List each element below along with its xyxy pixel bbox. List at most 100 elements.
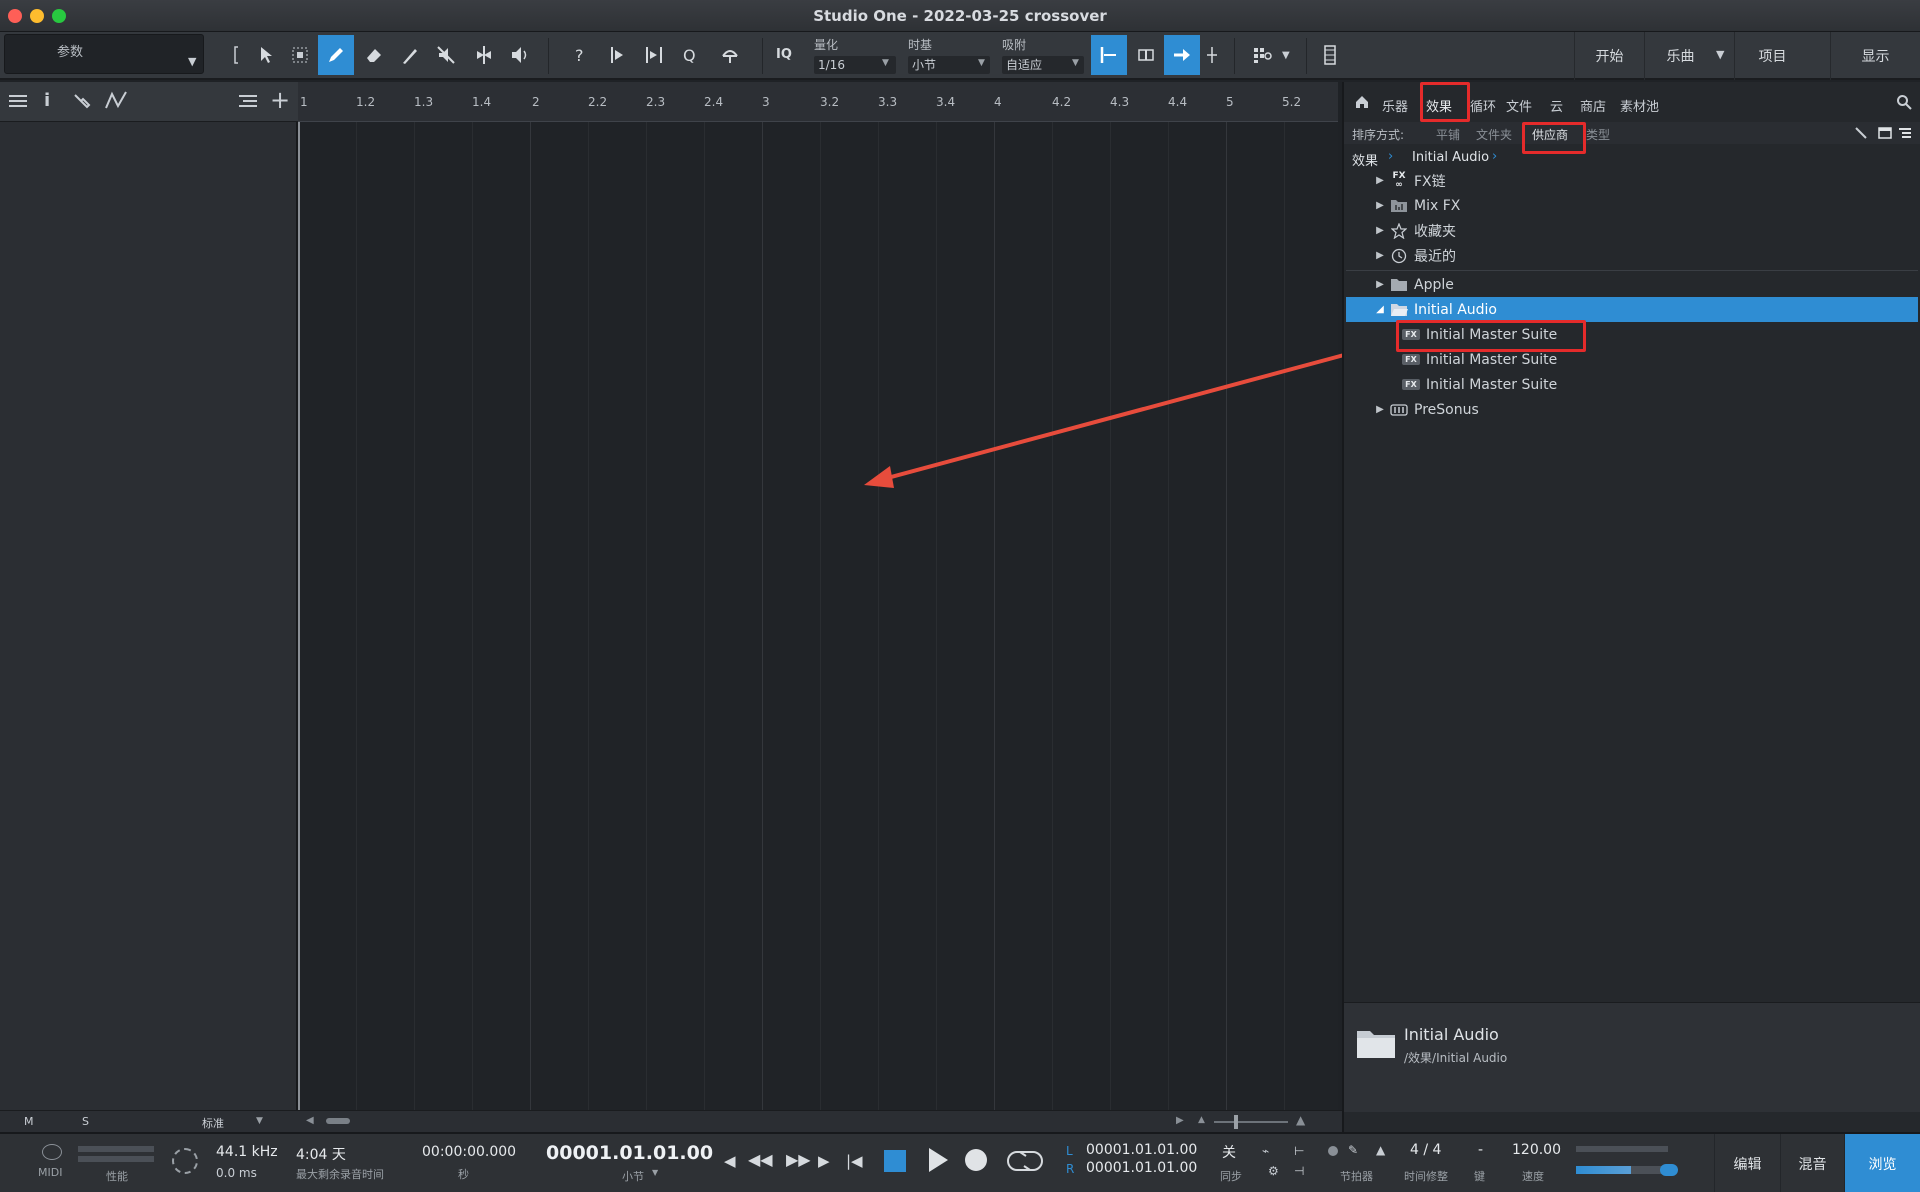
arrangement-area[interactable]: 1 1.2 1.3 1.4 2 2.2 2.3 2.4 3 3.2 3.3 3.… — [298, 82, 1338, 1110]
add-track-icon[interactable]: + — [270, 86, 290, 114]
chevron-down-icon[interactable]: ▼ — [652, 1168, 658, 1177]
snap-events-button[interactable] — [1128, 35, 1164, 75]
breadcrumb-root[interactable]: 效果 — [1352, 150, 1378, 169]
horizontal-scrollbar[interactable] — [326, 1118, 350, 1124]
sync-state[interactable]: 关 — [1222, 1142, 1236, 1162]
master-volume-slider[interactable] — [1576, 1166, 1668, 1174]
quantize-selector[interactable]: 量化 1/16 — [814, 36, 896, 74]
time-signature[interactable]: 4 / 4 — [1410, 1142, 1441, 1158]
quantize-end-icon[interactable] — [636, 35, 672, 75]
snap-to-grid-button[interactable] — [1091, 35, 1127, 75]
tree-item-mix-fx[interactable]: ▶ Mix FX — [1346, 193, 1918, 218]
pencil-tool-button[interactable] — [318, 35, 354, 75]
chevron-right-icon[interactable]: ▶ — [1372, 250, 1388, 261]
parameter-box[interactable]: 参数 ▼ — [4, 34, 204, 74]
preview-toggle-icon[interactable] — [1878, 125, 1892, 144]
snap-selector[interactable]: 吸附 自适应 — [1002, 36, 1084, 74]
sort-vendor-option[interactable]: 供应商 — [1532, 126, 1568, 143]
position-display[interactable]: 00001.01.01.00 — [546, 1142, 713, 1164]
chevron-down-icon[interactable]: ▼ — [1716, 48, 1732, 61]
list-view-icon[interactable] — [1898, 125, 1912, 144]
return-to-zero-icon[interactable]: |◀ — [846, 1152, 863, 1170]
range-tool-button[interactable] — [282, 35, 318, 75]
tree-item-initial-audio[interactable]: ◢ Initial Audio — [1346, 297, 1918, 322]
zoom-in-icon[interactable]: ▲ — [1296, 1113, 1305, 1127]
chevron-down-icon[interactable]: ◢ — [1372, 304, 1388, 315]
tab-pool[interactable]: 素材池 — [1620, 96, 1659, 115]
track-height-select[interactable]: 标准 — [202, 1115, 224, 1131]
track-list-icon[interactable] — [238, 92, 258, 114]
fast-forward-icon[interactable]: ▶▶ — [786, 1150, 811, 1169]
wrench-icon[interactable] — [1854, 125, 1868, 144]
loop-start[interactable]: 00001.01.01.00 — [1086, 1142, 1197, 1158]
chevron-right-icon[interactable]: ▶ — [1372, 404, 1388, 415]
rewind-icon[interactable]: ◀◀ — [748, 1150, 773, 1169]
key-value[interactable]: - — [1478, 1142, 1483, 1158]
inspector-info-icon[interactable]: i — [44, 90, 50, 111]
mute-tool-button[interactable] — [428, 35, 464, 75]
menu-icon[interactable] — [8, 92, 28, 114]
humanize-icon[interactable] — [712, 35, 748, 75]
solo-all-button[interactable]: S — [82, 1115, 89, 1128]
listen-tool-button[interactable] — [502, 35, 538, 75]
help-icon[interactable]: ? — [562, 35, 598, 75]
film-strip-icon[interactable] — [1312, 35, 1348, 75]
view-edit-button[interactable]: 编辑 — [1714, 1134, 1780, 1192]
nav-start-button[interactable]: 开始 — [1574, 32, 1644, 80]
wrench-icon[interactable]: ✎ — [1348, 1143, 1358, 1157]
tree-item-apple[interactable]: ▶ Apple — [1346, 272, 1918, 297]
tab-shop[interactable]: 商店 — [1580, 96, 1606, 115]
scroll-right-icon[interactable]: ▶ — [1176, 1115, 1184, 1126]
gear-icon[interactable]: ⚙ — [1268, 1164, 1279, 1178]
mute-all-button[interactable]: M — [24, 1115, 34, 1128]
tree-item-recent[interactable]: ▶ 最近的 — [1346, 243, 1918, 268]
loop-end[interactable]: 00001.01.01.00 — [1086, 1160, 1197, 1176]
timeline-ruler[interactable]: 1 1.2 1.3 1.4 2 2.2 2.3 2.4 3 3.2 3.3 3.… — [298, 82, 1338, 122]
nav-project-button[interactable]: 项目 — [1734, 32, 1810, 80]
next-marker-icon[interactable]: ▶ — [818, 1152, 830, 1170]
punch-out-icon[interactable]: ⊣ — [1294, 1164, 1304, 1178]
zoom-out-icon[interactable]: ▲ — [1198, 1115, 1205, 1125]
tab-effects[interactable]: 效果 — [1426, 96, 1452, 115]
arrow-tool-button[interactable] — [248, 35, 284, 75]
tab-cloud[interactable]: 云 — [1550, 96, 1563, 115]
click-toggle[interactable] — [1328, 1146, 1338, 1156]
playhead-cursor[interactable] — [298, 122, 300, 1110]
tree-item-fx-chains[interactable]: ▶ FX ∞ FX链 — [1346, 168, 1918, 193]
chevron-right-icon[interactable]: ▶ — [1372, 279, 1388, 290]
automation-icon[interactable] — [104, 90, 130, 116]
sort-type-option[interactable]: 类型 — [1586, 126, 1610, 143]
sort-flat-option[interactable]: 平铺 — [1436, 126, 1460, 143]
home-icon[interactable] — [1354, 94, 1370, 114]
tempo-value[interactable]: 120.00 — [1512, 1142, 1561, 1158]
tree-item-favorites[interactable]: ▶ 收藏夹 — [1346, 218, 1918, 243]
stop-button[interactable] — [884, 1150, 906, 1172]
tree-item-initial-master-suite[interactable]: FX Initial Master Suite — [1346, 372, 1918, 397]
timebase-selector[interactable]: 时基 小节 — [908, 36, 990, 74]
chevron-right-icon[interactable]: ▶ — [1372, 225, 1388, 236]
tab-files[interactable]: 文件 — [1506, 96, 1532, 115]
nav-song-button[interactable]: 乐曲 — [1644, 32, 1716, 80]
previous-marker-icon[interactable]: ◀ — [724, 1152, 736, 1170]
sort-folder-option[interactable]: 文件夹 — [1476, 126, 1512, 143]
split-tool-button[interactable] — [466, 35, 502, 75]
eraser-tool-button[interactable] — [356, 35, 392, 75]
tree-item-presonus[interactable]: ▶ PreSonus — [1346, 397, 1918, 422]
tab-loops[interactable]: 循环 — [1470, 96, 1496, 115]
play-button[interactable] — [926, 1146, 950, 1178]
tree-item-initial-master-suite[interactable]: FX Initial Master Suite — [1346, 322, 1918, 347]
record-button[interactable] — [965, 1149, 987, 1171]
tab-instruments[interactable]: 乐器 — [1382, 96, 1408, 115]
view-browse-button[interactable]: 浏览 — [1844, 1134, 1920, 1192]
quantize-start-icon[interactable] — [600, 35, 636, 75]
grid-view-icon[interactable] — [1244, 35, 1280, 75]
nav-show-button[interactable]: 显示 — [1830, 32, 1920, 80]
seconds-display[interactable]: 00:00:00.000 — [422, 1144, 516, 1160]
chevron-right-icon[interactable]: ▶ — [1372, 175, 1388, 186]
tree-item-initial-master-suite[interactable]: FX Initial Master Suite — [1346, 347, 1918, 372]
scroll-left-icon[interactable]: ◀ — [306, 1115, 314, 1126]
paint-tool-button[interactable] — [392, 35, 428, 75]
view-mix-button[interactable]: 混音 — [1780, 1134, 1844, 1192]
metronome-icon[interactable]: ▲ — [1376, 1143, 1385, 1157]
iq-button[interactable]: IQ — [776, 47, 792, 62]
